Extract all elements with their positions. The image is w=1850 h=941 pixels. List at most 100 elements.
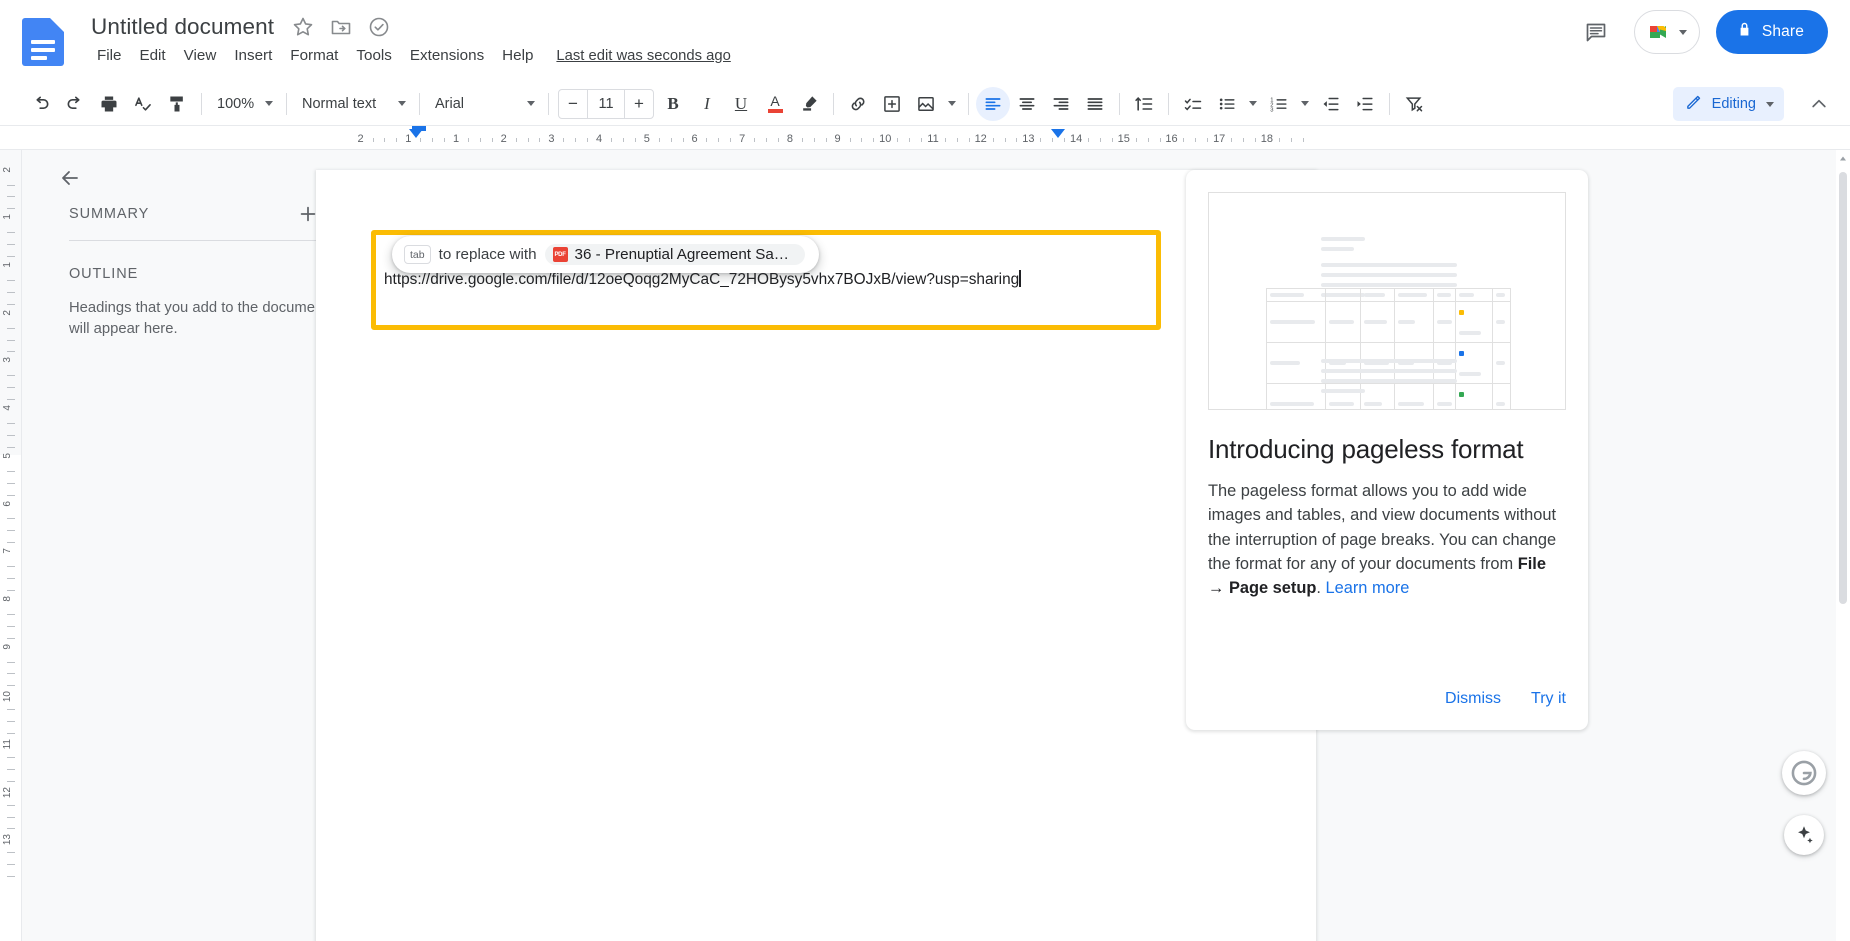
ruler-tick-mark [587,138,589,142]
ruler-tick-mark [1159,138,1161,142]
star-icon[interactable] [291,15,315,39]
try-it-button[interactable]: Try it [1531,690,1566,708]
vruler-tick-mark [7,291,15,293]
clear-formatting-button[interactable] [1397,87,1431,121]
spell-check-button[interactable] [126,87,160,121]
learn-more-link[interactable]: Learn more [1326,579,1410,597]
vertical-scrollbar[interactable] [1836,150,1850,941]
vruler-tick-mark [7,685,15,687]
underline-button[interactable]: U [724,87,758,121]
menu-file[interactable]: File [88,44,130,67]
vruler-tick-mark [7,864,15,866]
bold-button[interactable]: B [656,87,690,121]
font-family-select[interactable]: Arial [427,88,541,120]
grammarly-icon[interactable] [1782,751,1826,795]
text-color-button[interactable]: A [758,87,792,121]
line-spacing-button[interactable] [1127,87,1161,121]
align-center-button[interactable] [1010,87,1044,121]
share-label: Share [1761,23,1804,40]
move-to-folder-icon[interactable] [329,15,353,39]
formatting-toolbar: 100% Normal text Arial − 11 + B I U A 1 … [0,82,1850,126]
undo-button[interactable] [24,87,58,121]
share-button[interactable]: Share [1715,10,1828,54]
promo-actions: Dismiss Try it [1445,690,1566,708]
vruler-tick-mark [7,327,15,329]
chevron-down-icon[interactable] [1678,29,1687,35]
paint-format-button[interactable] [160,87,194,121]
explore-icon[interactable] [1784,815,1824,855]
decrease-font-size-button[interactable]: − [559,90,587,118]
pageless-promo-card: Introducing pageless format The pageless… [1186,170,1588,730]
vruler-tick-mark [7,196,15,198]
ruler-tick-mark [515,138,517,142]
menu-view[interactable]: View [175,44,226,67]
paragraph-style-select[interactable]: Normal text [294,88,412,120]
ruler-tick-mark [1243,138,1245,142]
insert-image-button[interactable] [909,87,943,121]
scrollbar-thumb[interactable] [1839,172,1847,604]
numbered-list-button[interactable]: 1 2 3 [1262,87,1296,121]
google-meet-button[interactable] [1633,10,1700,54]
chevron-down-icon [1766,101,1774,107]
menu-insert[interactable]: Insert [225,44,281,67]
cloud-saved-icon[interactable] [367,15,391,39]
suggested-file-chip[interactable]: PDF 36 - Prenuptial Agreement Sam… [544,244,805,265]
add-comment-button[interactable] [875,87,909,121]
vruler-tick-mark [7,434,15,436]
close-outline-button[interactable] [50,158,90,198]
right-indent-marker[interactable] [1051,129,1065,138]
redo-button[interactable] [58,87,92,121]
ruler-tick-mark [849,138,851,142]
last-edit-status[interactable]: Last edit was seconds ago [556,48,730,64]
ruler-tick-mark [1064,138,1066,142]
menu-extensions[interactable]: Extensions [401,44,493,67]
increase-font-size-button[interactable]: + [625,90,653,118]
vertical-ruler[interactable]: 2 1 1 2 3 4 5 6 7 8 9 10 11 12 13 [0,150,22,941]
align-right-button[interactable] [1044,87,1078,121]
insert-link-button[interactable] [841,87,875,121]
promo-title: Introducing pageless format [1208,434,1524,464]
scroll-up-icon[interactable] [1837,152,1849,164]
numbered-list-options-caret[interactable] [1296,87,1314,121]
ruler-tick-label: 4 [596,133,603,145]
insert-image-options-caret[interactable] [943,87,961,121]
ruler-tick-mark [479,138,481,142]
zoom-select[interactable]: 100% [209,88,279,120]
align-justify-button[interactable] [1078,87,1112,121]
bulleted-list-options-caret[interactable] [1244,87,1262,121]
smart-chip-suggestion-tooltip[interactable]: tab to replace with PDF 36 - Prenuptial … [392,236,819,273]
decrease-indent-button[interactable] [1314,87,1348,121]
highlight-color-button[interactable] [792,87,826,121]
horizontal-ruler[interactable]: 2 1 1 2 3 4 5 6 7 8 9 10 11 12 13 14 15 16 17 18 [0,126,1850,150]
left-indent-marker[interactable] [409,129,423,138]
vruler-tick-mark [7,613,15,615]
menu-help[interactable]: Help [493,44,542,67]
font-size-input[interactable]: 11 [587,88,625,119]
increase-indent-button[interactable] [1348,87,1382,121]
ruler-tick-mark [563,138,565,142]
ruler-tick-mark [1278,138,1280,142]
comment-history-icon[interactable] [1574,10,1618,54]
checklist-button[interactable] [1176,87,1210,121]
hide-menus-button[interactable] [1802,87,1836,121]
align-left-button[interactable] [976,86,1010,121]
ruler-tick-mark [801,138,803,142]
menu-tools[interactable]: Tools [347,44,400,67]
document-page[interactable]: https://drive.google.com/file/d/12oeQoqg… [316,170,1316,941]
menu-format[interactable]: Format [281,44,347,67]
dismiss-button[interactable]: Dismiss [1445,690,1501,708]
bulleted-list-button[interactable] [1210,87,1244,121]
menu-edit[interactable]: Edit [130,44,174,67]
print-button[interactable] [92,87,126,121]
editing-mode-button[interactable]: Editing [1672,87,1784,121]
docs-logo-icon[interactable] [22,18,64,66]
ruler-tick-mark [1040,138,1042,142]
ruler-tick-mark [921,138,923,142]
ruler-tick-mark [372,138,374,142]
document-title[interactable]: Untitled document [88,12,277,42]
vruler-tick-mark [7,816,15,818]
italic-button[interactable]: I [690,87,724,121]
promo-body-part-2: . [1316,579,1326,598]
vruler-tick-mark [7,578,15,580]
vruler-tick-label: 10 [2,691,13,703]
